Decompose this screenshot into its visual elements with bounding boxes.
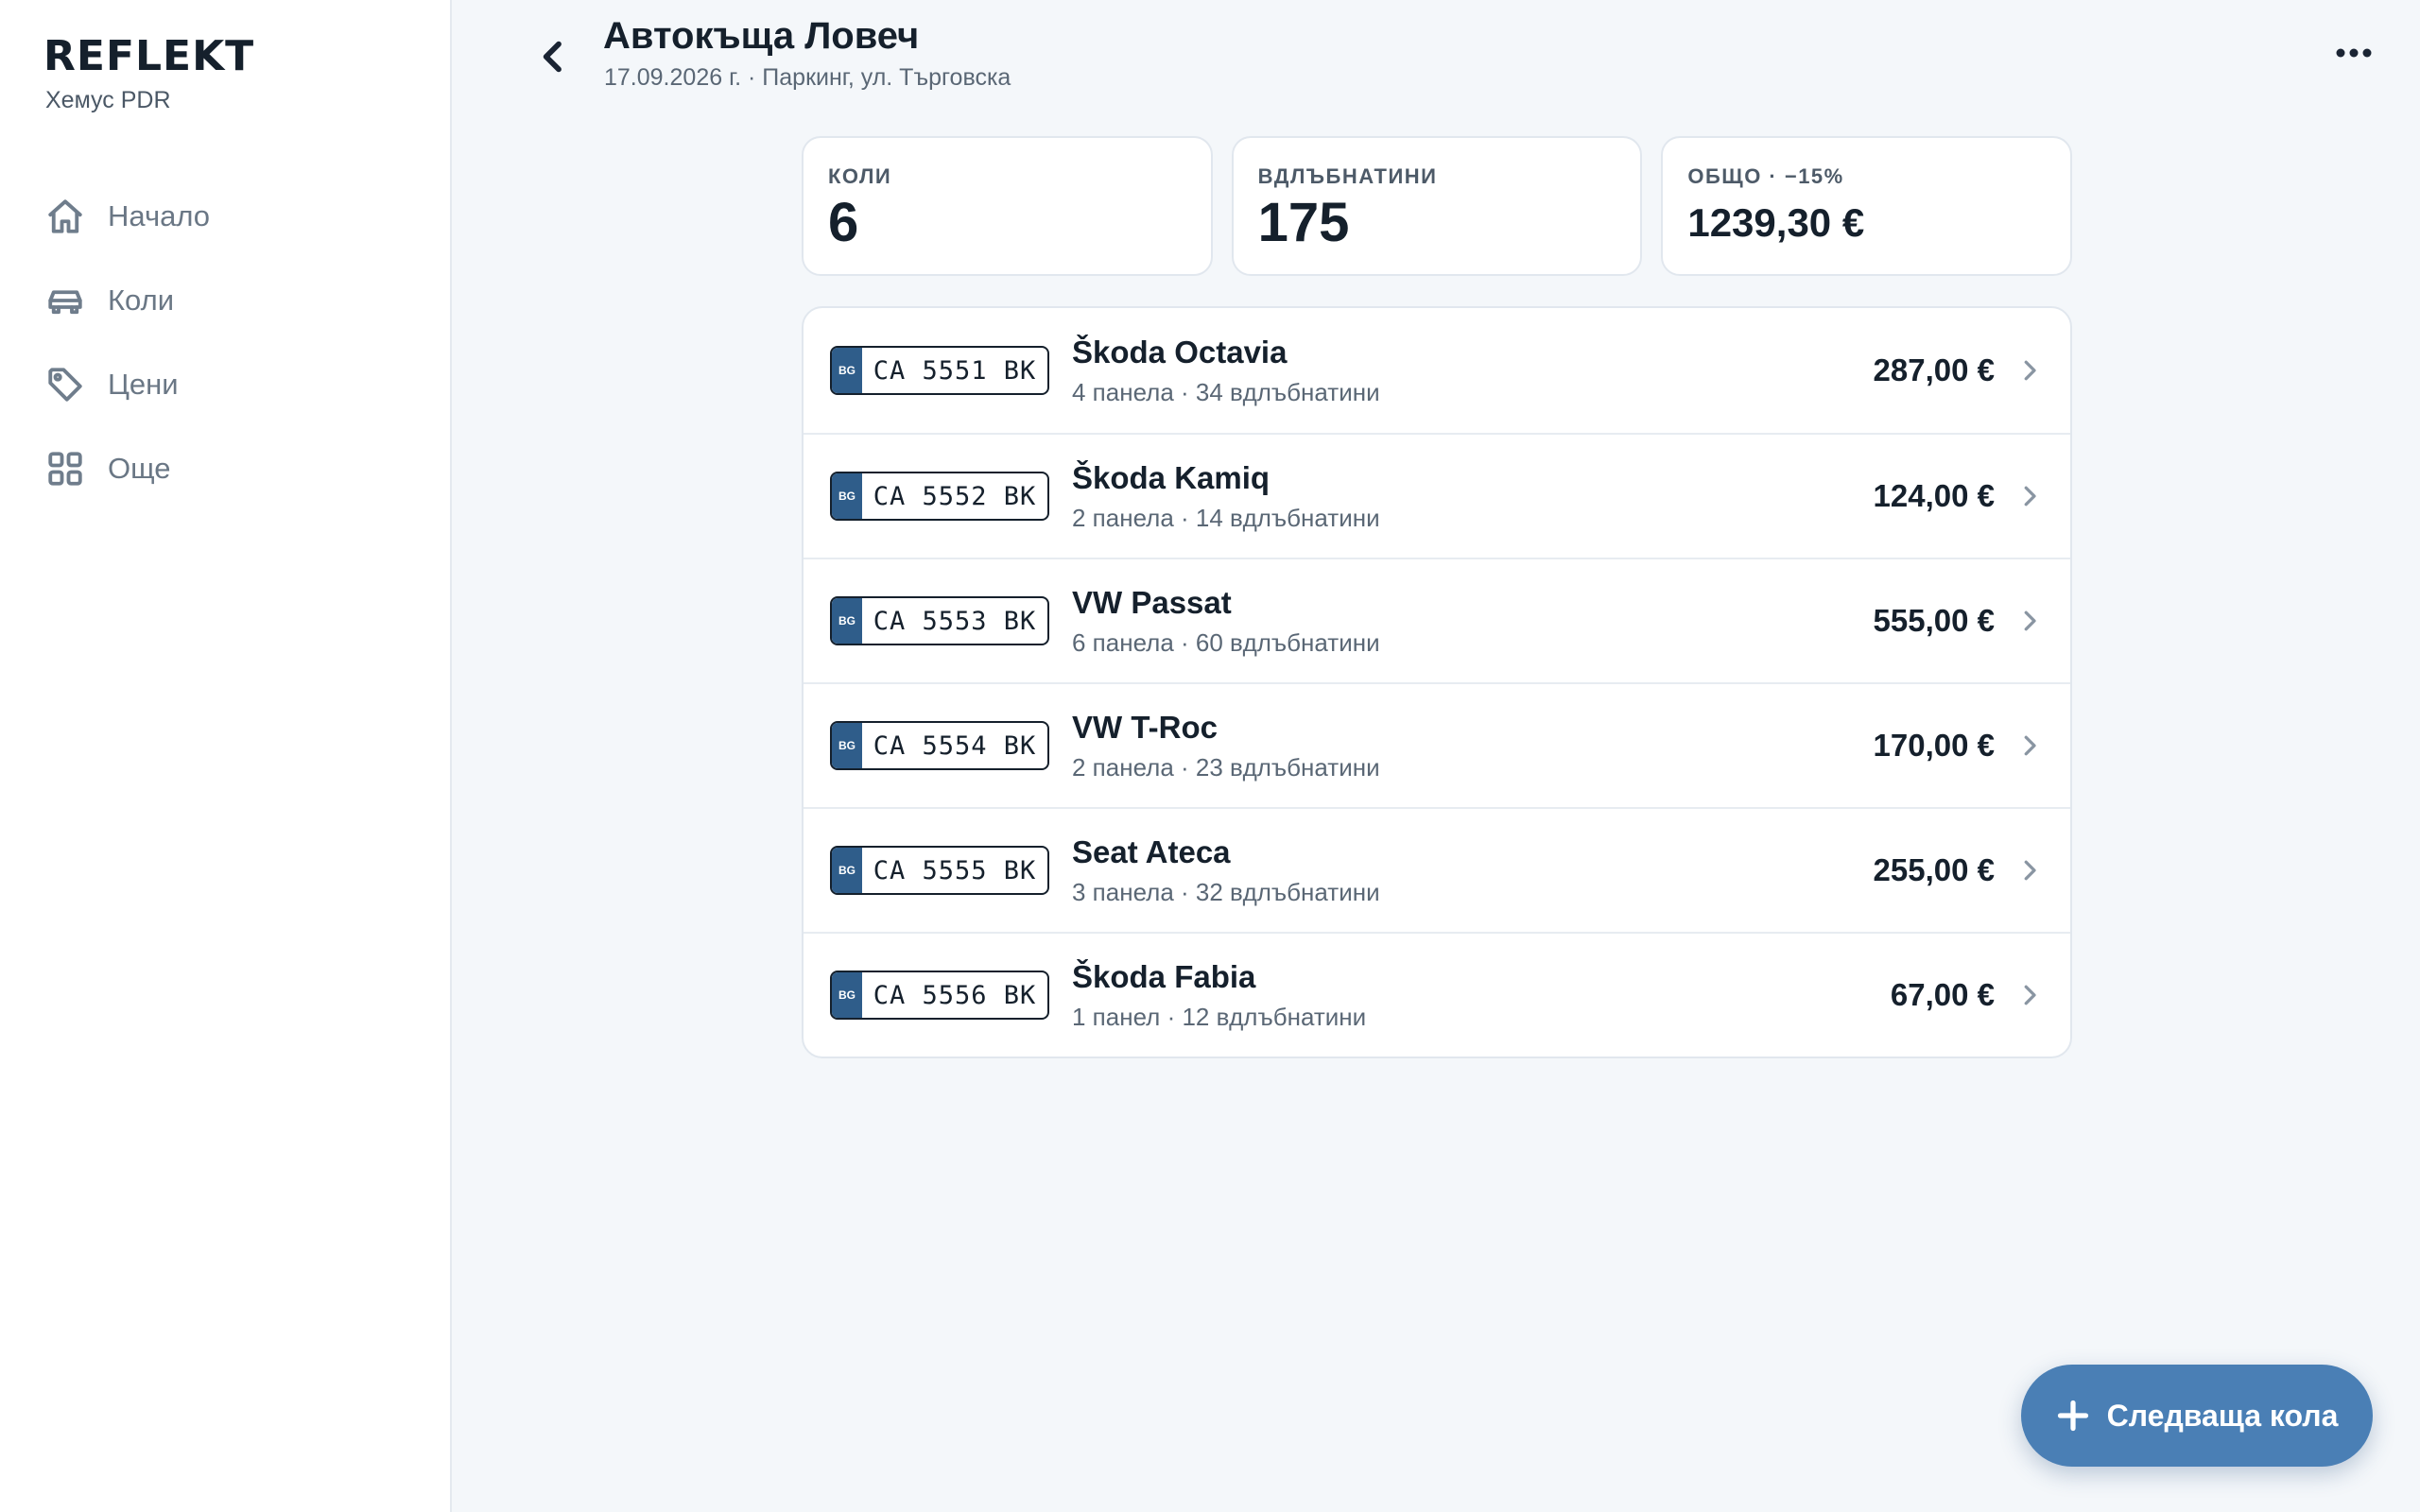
license-plate: BG CA 5553 BK — [830, 596, 1049, 645]
plate-country-band: BG — [832, 972, 862, 1018]
plate-country-band: BG — [832, 348, 862, 393]
plate-country-band: BG — [832, 723, 862, 768]
car-meta: 1 панел · 12 вдлъбнатини — [1072, 1002, 1367, 1031]
stat-label: КОЛИ — [828, 164, 892, 188]
stat-label: ВДЛЪБНАТИНИ — [1257, 164, 1438, 188]
stat-label: ОБЩО · −15% — [1687, 164, 1844, 188]
stat-card-dents: ВДЛЪБНАТИНИ 175 — [1231, 136, 1643, 276]
chevron-right-icon — [2015, 856, 2044, 885]
car-name: Škoda Kamiq — [1072, 459, 1270, 495]
car-meta: 2 панела · 23 вдлъбнатини — [1072, 752, 1380, 782]
plate-number: CA 5552 BK — [873, 481, 1037, 511]
chevron-right-icon — [2015, 607, 2044, 635]
logo-text: REFLEKT — [43, 32, 255, 80]
license-plate: BG CA 5556 BK — [830, 971, 1049, 1020]
sidebar-item-cars[interactable]: Коли — [45, 258, 424, 342]
logo[interactable]: REFLEKT Хемус PDR — [43, 36, 254, 114]
stats-summary: КОЛИ 6 ВДЛЪБНАТИНИ 175 ОБЩО · −15% 1239,… — [802, 136, 2073, 276]
next-car-button[interactable]: Следваща кола — [2021, 1365, 2373, 1467]
car-list: BG CA 5551 BK Škoda Octavia 4 панела · 3… — [802, 306, 2072, 1058]
car-info: VW Passat 6 панела · 60 вдлъбнатини — [1072, 585, 1874, 658]
car-meta: 4 панела · 34 вдлъбнатини — [1072, 377, 1380, 406]
plate-number: CA 5553 BK — [873, 606, 1037, 636]
car-row[interactable]: BG CA 5554 BK VW T-Roc 2 панела · 23 вдл… — [804, 682, 2070, 807]
plus-icon — [2057, 1400, 2088, 1432]
plate-country-band: BG — [832, 598, 862, 644]
sidebar: REFLEKT Хемус PDR Начало Коли Цени Още — [0, 0, 452, 1512]
page-header: Автокъща Ловеч 17.09.2026 г. · Паркинг, … — [452, 0, 2420, 113]
page-title: Автокъща Ловеч — [603, 15, 920, 57]
chevron-right-icon — [2015, 482, 2044, 510]
tag-icon — [48, 367, 82, 402]
chevron-right-icon — [2015, 731, 2044, 760]
car-price: 124,00 € — [1873, 478, 1995, 513]
car-info: Seat Ateca 3 панела · 32 вдлъбнатини — [1072, 834, 1874, 907]
car-icon — [48, 289, 82, 314]
car-name: VW Passat — [1072, 584, 1232, 620]
chevron-right-icon — [2015, 356, 2044, 385]
stat-card-total: ОБЩО · −15% 1239,30 € — [1661, 136, 2073, 276]
license-plate: BG CA 5551 BK — [830, 346, 1049, 395]
car-price: 170,00 € — [1873, 728, 1995, 763]
car-row[interactable]: BG CA 5552 BK Škoda Kamiq 2 панела · 14 … — [804, 433, 2070, 558]
sidebar-item-label: Цени — [108, 367, 179, 401]
home-icon — [48, 198, 82, 233]
license-plate: BG CA 5555 BK — [830, 846, 1049, 895]
car-row[interactable]: BG CA 5551 BK Škoda Octavia 4 панела · 3… — [804, 308, 2070, 433]
stat-card-cars: КОЛИ 6 — [802, 136, 1213, 276]
car-info: Škoda Octavia 4 панела · 34 вдлъбнатини — [1072, 335, 1874, 407]
license-plate: BG CA 5552 BK — [830, 472, 1049, 521]
car-meta: 2 панела · 14 вдлъбнатини — [1072, 503, 1380, 532]
plate-number: CA 5555 BK — [873, 855, 1037, 885]
more-horizontal-icon — [2336, 48, 2372, 58]
car-meta: 6 панела · 60 вдлъбнатини — [1072, 627, 1380, 657]
more-options-button[interactable] — [2325, 25, 2382, 81]
plate-number: CA 5556 BK — [873, 980, 1037, 1010]
car-price: 255,00 € — [1873, 852, 1995, 887]
chevron-left-icon — [543, 41, 562, 73]
car-info: VW T-Roc 2 панела · 23 вдлъбнатини — [1072, 710, 1874, 782]
plate-country-band: BG — [832, 473, 862, 519]
chevron-right-icon — [2015, 981, 2044, 1009]
car-name: Škoda Octavia — [1072, 334, 1288, 369]
grid-icon — [48, 451, 82, 486]
back-button[interactable] — [527, 30, 580, 83]
sidebar-item-label: Коли — [108, 283, 175, 317]
car-row[interactable]: BG CA 5555 BK Seat Ateca 3 панела · 32 в… — [804, 807, 2070, 932]
car-row[interactable]: BG CA 5556 BK Škoda Fabia 1 панел · 12 в… — [804, 932, 2070, 1057]
car-info: Škoda Kamiq 2 панела · 14 вдлъбнатини — [1072, 460, 1874, 533]
car-info: Škoda Fabia 1 панел · 12 вдлъбнатини — [1072, 959, 1891, 1032]
company-name: Хемус PDR — [45, 87, 171, 113]
car-price: 67,00 € — [1890, 977, 1995, 1012]
next-car-label: Следваща кола — [2106, 1398, 2339, 1433]
page-subtitle: 17.09.2026 г. · Паркинг, ул. Търговска — [604, 64, 1011, 91]
stat-value: 175 — [1257, 192, 1350, 253]
plate-country-band: BG — [832, 848, 862, 893]
plate-number: CA 5554 BK — [873, 730, 1037, 761]
car-name: VW T-Roc — [1072, 709, 1218, 745]
car-meta: 3 панела · 32 вдлъбнатини — [1072, 877, 1380, 906]
sidebar-item-more[interactable]: Още — [45, 426, 424, 510]
car-row[interactable]: BG CA 5553 BK VW Passat 6 панела · 60 вд… — [804, 558, 2070, 682]
sidebar-item-label: Още — [108, 451, 171, 485]
car-price: 555,00 € — [1873, 603, 1995, 638]
sidebar-nav: Начало Коли Цени Още — [45, 174, 424, 510]
car-name: Seat Ateca — [1072, 833, 1231, 869]
car-price: 287,00 € — [1873, 352, 1995, 387]
car-name: Škoda Fabia — [1072, 958, 1256, 994]
stat-value: 6 — [828, 192, 859, 253]
plate-number: CA 5551 BK — [873, 355, 1037, 386]
stat-value: 1239,30 € — [1687, 200, 1865, 245]
sidebar-item-home[interactable]: Начало — [45, 174, 424, 258]
sidebar-item-prices[interactable]: Цени — [45, 342, 424, 426]
license-plate: BG CA 5554 BK — [830, 721, 1049, 770]
sidebar-item-label: Начало — [108, 198, 211, 232]
